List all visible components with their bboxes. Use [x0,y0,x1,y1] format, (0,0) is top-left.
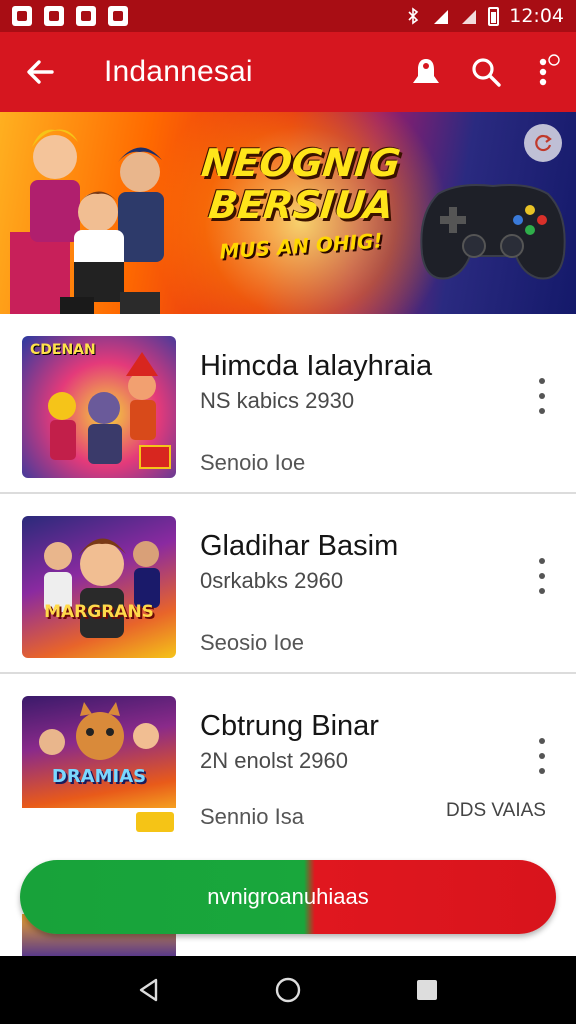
banner-refresh-button[interactable] [524,124,562,162]
item-title: Himcda Ialayhraia [200,350,433,382]
dot-icon [539,558,545,564]
item-title: Cbtrung Binar [200,710,379,742]
banner-headline: NEOGNIG BERSIUA MUS AN OHIG! [186,141,416,264]
dot-icon [539,753,545,759]
nav-back-button[interactable] [119,960,179,1020]
item-meta: Sennio Isa [200,804,304,829]
item-extra-label: DDS VAIAS [446,800,546,821]
nav-home-button[interactable] [258,960,318,1020]
battery-icon [488,6,500,26]
system-icons: 12:04 [404,5,564,27]
item-more-button[interactable] [528,554,556,598]
list-item[interactable]: DRAMIAS Cbtrung Binar 2N enolst 2960 Sen… [0,674,576,854]
banner-title-line1: NEOGNIG [199,141,403,185]
thumbnail-art [48,352,171,469]
promo-banner[interactable]: NEOGNIG BERSIUA MUS AN OHIG! [0,112,576,314]
bluetooth-icon [408,7,419,25]
dot-icon [539,738,545,744]
item-more-button[interactable] [528,374,556,418]
thumbnail-art [44,538,160,638]
arrow-left-icon [27,60,54,84]
notification-bell-icon [413,59,439,83]
search-button[interactable] [456,32,516,112]
system-nav-bar [0,956,576,1024]
notification-button[interactable] [396,32,456,112]
signal-icon [462,10,477,24]
back-button[interactable] [0,32,80,112]
recents-icon [416,980,437,1000]
game-thumbnail[interactable]: MARGRANS [22,516,176,658]
item-more-button[interactable] [528,734,556,778]
image-icon [12,6,32,26]
list-item[interactable]: CDENAN Himcda Ialayhraia NS kabics 2930 … [0,314,576,494]
game-thumbnail[interactable]: CDENAN [22,336,176,478]
banner-title-line2: BERSIUA [206,183,396,227]
primary-action-button[interactable]: nvnigroanuhiaas [20,860,556,934]
item-meta: Seosio Ioe [200,630,304,655]
notification-icons [12,6,128,26]
navigation-icon [44,6,64,26]
dot-icon [539,588,545,594]
item-subtitle: 0srkabks 2960 [200,568,344,593]
dot-icon [539,378,545,384]
dot-icon [539,768,545,774]
dot-icon [539,408,545,414]
tag-badge [136,812,174,832]
game-list: CDENAN Himcda Ialayhraia NS kabics 2930 … [0,314,576,854]
more-vert-icon [539,54,560,86]
item-title: Gladihar Basim [200,530,399,562]
item-subtitle: NS kabics 2930 [200,388,355,413]
gamepad-icon [420,184,566,280]
page-title: Indannesai [104,55,253,88]
dot-icon [539,393,545,399]
nav-recents-button[interactable] [397,960,457,1020]
dot-icon [539,573,545,579]
more-options-button[interactable] [516,32,576,112]
signal-icon [434,10,449,24]
status-time: 12:04 [509,5,564,27]
back-icon [140,978,158,1002]
gallery-icon [108,6,128,26]
thumbnail-label: DRAMIAS [51,766,147,787]
app-actions [396,32,576,112]
game-thumbnail[interactable]: DRAMIAS [22,696,176,808]
list-item[interactable]: MARGRANS Gladihar Basim 0srkabks 2960 Se… [0,494,576,674]
app-bar: Indannesai [0,32,576,112]
status-bar: 12:04 [0,0,576,32]
item-meta: Senoio Ioe [200,450,306,475]
item-subtitle: 2N enolst 2960 [200,748,348,773]
search-icon [472,58,501,87]
banner-characters [10,129,164,314]
refresh-icon [535,134,552,152]
home-icon [275,977,301,1003]
thumbnail-art [39,702,159,760]
thumbnail-label: MARGRANS [44,602,154,622]
location-icon [76,6,96,26]
